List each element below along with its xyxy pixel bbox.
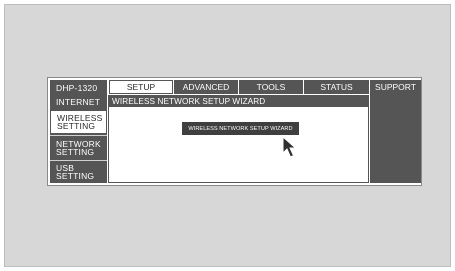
wireless-setup-wizard-button[interactable]: WIRELESS NETWORK SETUP WIZARD <box>182 122 299 135</box>
tab-tools[interactable]: TOOLS <box>239 80 303 94</box>
tab-advanced[interactable]: ADVANCED <box>174 80 238 94</box>
tab-setup[interactable]: SETUP <box>109 80 173 94</box>
sidebar-item-usb-setting[interactable]: USB SETTING <box>50 162 107 182</box>
sidebar-divider <box>50 135 107 136</box>
sidebar-divider <box>50 160 107 161</box>
support-panel: SUPPORT <box>370 80 421 183</box>
sidebar-item-network-setting[interactable]: NETWORK SETTING <box>50 137 107 159</box>
mouse-pointer-icon <box>282 136 297 158</box>
sidebar-item-wireless-setting[interactable]: WIRELESS SETTING <box>50 110 107 134</box>
sidebar: DHP-1320 INTERNET WIRELESS SETTING NETWO… <box>50 80 107 183</box>
content-area <box>108 107 369 183</box>
sidebar-item-internet[interactable]: INTERNET <box>50 97 107 108</box>
section-heading: WIRELESS NETWORK SETUP WIZARD <box>108 95 369 107</box>
tab-support[interactable]: SUPPORT <box>370 82 421 92</box>
model-name: DHP-1320 <box>56 82 98 93</box>
tab-status[interactable]: STATUS <box>304 80 369 94</box>
